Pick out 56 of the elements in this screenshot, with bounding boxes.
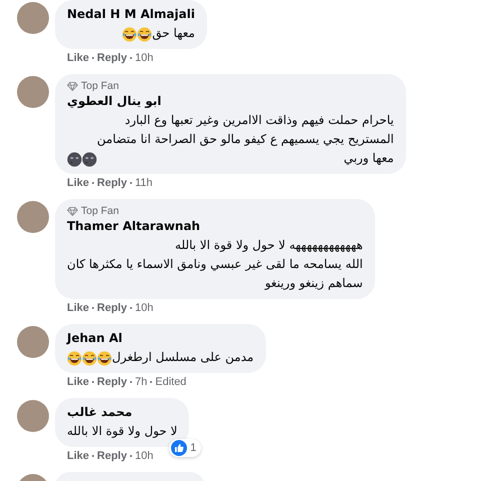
reply-link[interactable]: Reply [97, 375, 127, 389]
laughing-emoji-icon [82, 351, 97, 366]
diamond-icon [67, 206, 78, 216]
avatar-placeholder[interactable] [17, 400, 49, 432]
commenter-name[interactable]: محمد غالب [67, 405, 132, 420]
top-fan-label: Top Fan [81, 80, 119, 92]
commenter-name[interactable]: Jehan Al [67, 331, 122, 346]
like-link[interactable]: Like [67, 301, 90, 315]
separator-dot [130, 455, 132, 457]
reply-link[interactable]: Reply [97, 51, 127, 65]
separator-dot [130, 381, 132, 383]
separator-dot [92, 57, 94, 59]
laughing-emoji-icon [122, 27, 138, 42]
like-link[interactable]: Like [67, 51, 90, 65]
reaction-count-badge[interactable]: 1 [169, 439, 202, 457]
avatar-placeholder[interactable] [17, 326, 49, 358]
comment-text: ههههههههههههه لا حول ولا قوة الا بالله الله يسامحه ما لقى غير عبسي ونامق الاسماء يا مكثرها كان سماهم زينغو ورينغو [67, 237, 363, 292]
avatar-placeholder[interactable] [17, 2, 49, 34]
comment-text: مدمن على مسلسل ارطغرل [112, 349, 254, 366]
laughing-emoji-icon [97, 351, 112, 366]
timestamp[interactable]: 10h [134, 449, 154, 463]
like-link[interactable]: Like [67, 449, 90, 463]
separator-dot [92, 307, 94, 309]
dark-moon-emoji-icon [82, 152, 97, 167]
separator-dot [130, 57, 132, 59]
separator-dot [130, 307, 132, 309]
comment-text: ياحرام حملت فيهم وذاقت الاامرين وغير تعبها وع البارد المستريح يجي يسميهم ع كيفو مالو حق الصراحة انا متضامن معها وربي [97, 112, 394, 167]
reply-link[interactable]: Reply [97, 176, 127, 190]
diamond-icon [67, 82, 78, 90]
timestamp[interactable]: 11h [134, 176, 153, 190]
separator-dot [92, 182, 94, 184]
timestamp[interactable]: 7h [134, 375, 148, 389]
reply-link[interactable]: Reply [97, 449, 127, 463]
separator-dot [92, 455, 94, 457]
commenter-name[interactable]: Nedal H M Almajali [67, 7, 195, 22]
laughing-emoji-icon [137, 27, 152, 42]
reaction-count: 1 [190, 442, 196, 454]
thumbs-up-icon [171, 440, 188, 456]
like-link[interactable]: Like [67, 375, 90, 389]
avatar-placeholder[interactable] [17, 76, 49, 108]
laughing-emoji-icon [67, 351, 82, 366]
top-fan-label: Top Fan [81, 205, 119, 217]
commenter-name[interactable]: ابو ينال العطوي [67, 94, 162, 109]
comment-text: معها حق [152, 25, 195, 42]
separator-dot [92, 381, 94, 383]
avatar-placeholder[interactable] [17, 201, 49, 233]
like-link[interactable]: Like [67, 176, 90, 190]
edited-label[interactable]: Edited [155, 375, 186, 389]
commenter-name[interactable]: Thamer Altarawnah [67, 219, 200, 234]
reply-link[interactable]: Reply [97, 301, 127, 315]
timestamp[interactable]: 10h [134, 51, 154, 65]
separator-dot [130, 182, 132, 184]
timestamp[interactable]: 10h [134, 301, 154, 315]
comment-text: لا حول ولا قوة الا بالله [67, 423, 178, 440]
separator-dot [150, 381, 152, 383]
dark-moon-emoji-icon [67, 152, 82, 167]
